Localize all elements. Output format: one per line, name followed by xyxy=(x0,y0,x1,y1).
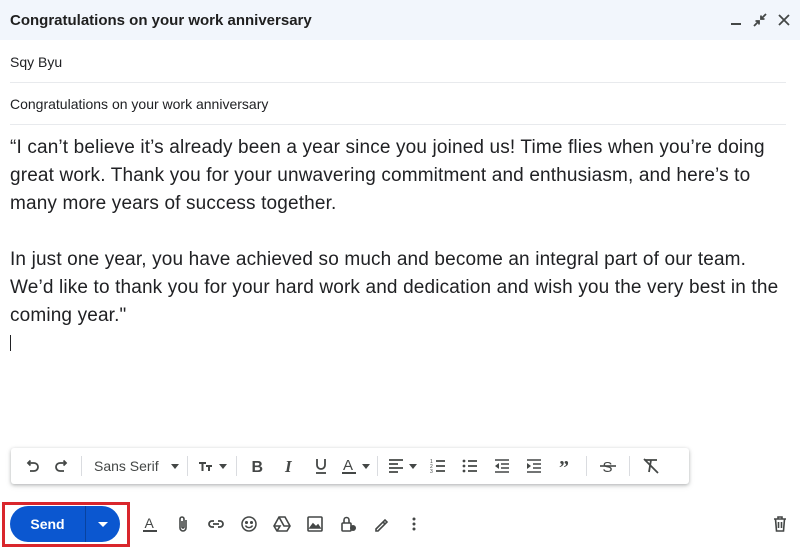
body-paragraph-1: “I can’t believe it’s already been a yea… xyxy=(10,137,765,214)
toolbar-divider xyxy=(235,456,237,476)
undo-icon[interactable] xyxy=(17,452,47,480)
subject-field[interactable]: Congratulations on your work anniversary xyxy=(10,83,786,125)
indent-less-icon[interactable] xyxy=(486,452,518,480)
svg-text:S: S xyxy=(602,459,612,475)
compose-title: Congratulations on your work anniversary xyxy=(10,11,312,29)
attach-icon[interactable] xyxy=(166,510,199,538)
toolbar-divider xyxy=(628,456,630,476)
italic-icon[interactable]: I xyxy=(273,452,305,480)
chevron-down-icon xyxy=(170,463,179,469)
text-color-icon[interactable]: A xyxy=(337,452,373,480)
more-options-icon[interactable] xyxy=(397,510,430,538)
confidential-icon[interactable] xyxy=(331,510,364,538)
font-family-select[interactable]: Sans Serif xyxy=(86,452,183,480)
bulleted-list-icon[interactable] xyxy=(454,452,486,480)
svg-text:3: 3 xyxy=(430,469,433,475)
signature-icon[interactable] xyxy=(364,510,397,538)
svg-text:I: I xyxy=(284,457,293,475)
svg-text:A: A xyxy=(144,515,154,531)
font-family-label: Sans Serif xyxy=(94,458,159,474)
strikethrough-icon[interactable]: S xyxy=(591,452,625,480)
recipient-chip[interactable]: Sqy Byu xyxy=(10,54,62,70)
window-controls xyxy=(726,0,794,40)
chevron-down-icon xyxy=(98,521,108,527)
compose-actions: A xyxy=(133,510,430,538)
formatting-toolbar: Sans Serif B I A 123 ” S xyxy=(11,448,689,484)
remove-formatting-icon[interactable] xyxy=(634,452,668,480)
indent-more-icon[interactable] xyxy=(518,452,550,480)
svg-text:”: ” xyxy=(559,457,569,475)
compose-window: Congratulations on your work anniversary… xyxy=(0,0,800,551)
close-icon[interactable] xyxy=(774,9,794,31)
toolbar-divider xyxy=(186,456,188,476)
toolbar-divider xyxy=(81,456,82,476)
emoji-icon[interactable] xyxy=(232,510,265,538)
svg-text:B: B xyxy=(251,459,263,475)
quote-icon[interactable]: ” xyxy=(550,452,582,480)
drive-icon[interactable] xyxy=(265,510,298,538)
toolbar-divider xyxy=(585,456,587,476)
svg-text:A: A xyxy=(343,457,353,474)
schedule-send-dropdown[interactable] xyxy=(86,521,120,527)
numbered-list-icon[interactable]: 123 xyxy=(422,452,454,480)
bold-icon[interactable]: B xyxy=(241,452,273,480)
chevron-down-icon xyxy=(408,463,417,469)
recipients-field[interactable]: Sqy Byu xyxy=(10,41,786,83)
redo-icon[interactable] xyxy=(47,452,77,480)
font-size-icon[interactable] xyxy=(192,452,232,480)
send-label: Send xyxy=(30,516,65,532)
message-body[interactable]: “I can’t believe it’s already been a yea… xyxy=(10,134,795,330)
chevron-down-icon xyxy=(361,463,370,469)
compose-header[interactable]: Congratulations on your work anniversary xyxy=(0,0,800,40)
formatting-options-icon[interactable]: A xyxy=(133,510,166,538)
subject-text: Congratulations on your work anniversary xyxy=(10,95,269,112)
send-button[interactable]: Send xyxy=(10,506,120,542)
text-cursor xyxy=(10,335,11,351)
exit-fullscreen-icon[interactable] xyxy=(750,9,770,31)
photo-icon[interactable] xyxy=(298,510,331,538)
discard-icon[interactable] xyxy=(768,510,792,538)
toolbar-divider xyxy=(376,456,378,476)
body-paragraph-2: In just one year, you have achieved so m… xyxy=(10,249,779,326)
minimize-icon[interactable] xyxy=(726,9,746,31)
link-icon[interactable] xyxy=(199,510,232,538)
chevron-down-icon xyxy=(218,463,227,469)
underline-icon[interactable] xyxy=(305,452,337,480)
align-icon[interactable] xyxy=(382,452,422,480)
